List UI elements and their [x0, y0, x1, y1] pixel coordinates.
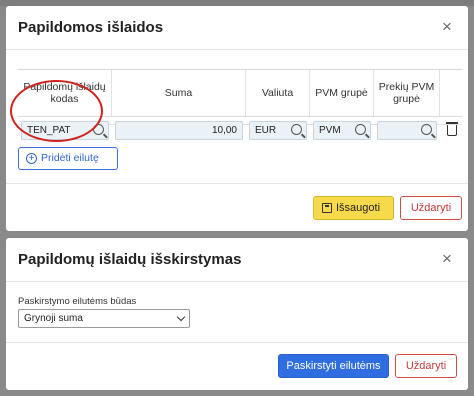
plus-icon: + — [26, 153, 37, 164]
column-header-goods-vat-group: Prekių PVM grupė — [374, 70, 440, 116]
close-button[interactable]: Uždaryti — [395, 354, 457, 378]
add-row-label: Pridėti eilutę — [41, 152, 99, 164]
expense-code-field[interactable]: TEN_PAT — [21, 121, 109, 140]
vat-group-value: PVM — [319, 125, 341, 136]
distribution-dialog: Papildomų išlaidų išskirstymas × Paskirs… — [6, 238, 468, 390]
column-header-vat-group: PVM grupė — [310, 70, 374, 116]
save-icon — [322, 203, 332, 213]
additional-expenses-dialog: Papildomos išlaidos × Papildomų išlaidų … — [6, 6, 468, 231]
currency-value: EUR — [255, 125, 277, 136]
expense-code-value: TEN_PAT — [27, 125, 71, 136]
footer-divider — [6, 183, 468, 184]
dialog-header: Papildomos išlaidos × — [6, 6, 468, 50]
amount-field[interactable]: 10,00 — [115, 121, 243, 140]
save-label: Išsaugoti — [336, 202, 381, 214]
vat-group-field[interactable]: PVM — [313, 121, 371, 140]
search-icon[interactable] — [93, 124, 104, 135]
column-header-currency: Valiuta — [246, 70, 310, 116]
distribute-button[interactable]: Paskirstyti eilutėms — [278, 354, 389, 378]
search-icon[interactable] — [421, 124, 432, 135]
footer-divider — [6, 342, 468, 343]
distribution-method-value: Grynoji suma — [24, 313, 83, 324]
expenses-table: Papildomų išlaidų kodas Suma Valiuta PVM… — [18, 69, 462, 140]
distribution-method-select[interactable]: Grynoji suma — [18, 309, 190, 328]
add-row-button[interactable]: + Pridėti eilutę — [18, 147, 118, 170]
search-icon[interactable] — [291, 124, 302, 135]
goods-vat-group-field[interactable] — [377, 121, 437, 140]
dialog-title: Papildomos išlaidos — [18, 19, 164, 36]
dialog-header: Papildomų išlaidų išskirstymas × — [6, 238, 468, 282]
currency-field[interactable]: EUR — [249, 121, 307, 140]
divider — [18, 116, 462, 117]
amount-value: 10,00 — [211, 125, 237, 136]
save-button[interactable]: Išsaugoti — [313, 196, 394, 220]
column-header-code: Papildomų išlaidų kodas — [18, 70, 112, 116]
search-icon[interactable] — [355, 124, 366, 135]
close-button[interactable]: Uždaryti — [400, 196, 462, 220]
close-icon[interactable]: × — [438, 18, 456, 36]
column-header-amount: Suma — [112, 70, 246, 116]
trash-icon[interactable] — [446, 122, 458, 136]
chevron-down-icon — [176, 312, 186, 322]
close-icon[interactable]: × — [438, 250, 456, 268]
dialog-title: Papildomų išlaidų išskirstymas — [18, 251, 242, 268]
distribution-method-label: Paskirstymo eilutėms būdas — [18, 296, 137, 307]
